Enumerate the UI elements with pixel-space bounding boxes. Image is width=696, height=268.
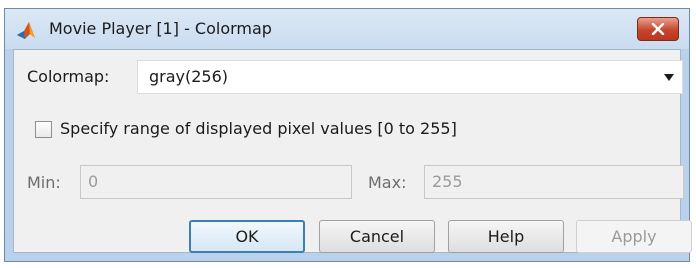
specify-range-checkbox[interactable] <box>35 121 52 138</box>
max-input[interactable]: 255 <box>424 165 684 199</box>
specify-range-label[interactable]: Specify range of displayed pixel values … <box>60 119 457 138</box>
dialog-body: Colormap: gray(256) Specify range of dis… <box>13 49 692 253</box>
close-button[interactable] <box>637 17 679 41</box>
colormap-dropdown[interactable]: gray(256) <box>137 60 683 94</box>
max-label: Max: <box>368 173 407 192</box>
window-title: Movie Player [1] - Colormap <box>49 19 272 38</box>
ok-button[interactable]: OK <box>189 220 305 253</box>
min-label: Min: <box>27 173 61 192</box>
close-icon <box>651 23 665 35</box>
chevron-down-icon <box>664 74 674 81</box>
cancel-button[interactable]: Cancel <box>319 220 435 253</box>
matlab-logo-icon <box>17 22 35 39</box>
colormap-selected-value: gray(256) <box>149 67 229 86</box>
min-value: 0 <box>88 172 99 191</box>
max-value: 255 <box>432 172 463 191</box>
help-button[interactable]: Help <box>448 220 564 253</box>
min-input[interactable]: 0 <box>80 165 352 199</box>
colormap-label: Colormap: <box>27 67 110 86</box>
apply-button[interactable]: Apply <box>576 220 692 253</box>
colormap-dialog: Movie Player [1] - Colormap Colormap: gr… <box>4 8 692 262</box>
title-bar[interactable]: Movie Player [1] - Colormap <box>5 9 689 49</box>
